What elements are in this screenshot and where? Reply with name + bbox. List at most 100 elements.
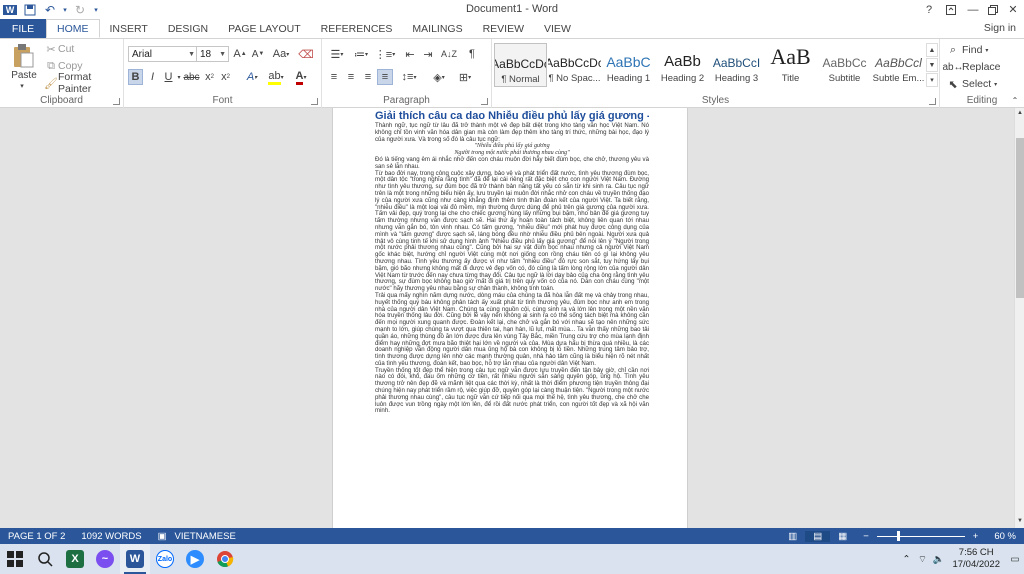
network-icon[interactable]: ⌔ bbox=[914, 544, 930, 574]
zoom-level[interactable]: 60 % bbox=[986, 531, 1024, 542]
undo-dropdown-icon[interactable]: ▾ bbox=[60, 0, 70, 19]
tab-home[interactable]: HOME bbox=[46, 19, 100, 38]
shading-icon[interactable]: ◈ ▾ bbox=[428, 69, 450, 85]
underline-icon[interactable]: U bbox=[161, 69, 176, 85]
paragraph-launcher-icon[interactable] bbox=[481, 98, 488, 105]
messenger-icon[interactable]: ~ bbox=[90, 544, 120, 574]
paragraph-3[interactable]: Trải qua mấy nghìn năm dựng nước, dòng m… bbox=[375, 292, 649, 368]
change-case-icon[interactable]: Aa ▾ bbox=[270, 46, 292, 62]
word-count[interactable]: 1092 WORDS bbox=[73, 531, 149, 542]
clear-formatting-icon[interactable]: ⌫ bbox=[298, 46, 314, 62]
style-subtle-emphasis[interactable]: AaBbCcl Subtle Em... bbox=[872, 43, 925, 87]
chrome-icon[interactable] bbox=[210, 544, 240, 574]
paste-button[interactable]: Paste bbox=[6, 69, 42, 81]
collapse-ribbon-icon[interactable]: ⌃ bbox=[1010, 95, 1020, 105]
document-body[interactable]: Giải thích câu ca dao Nhiễu điều phủ lấy… bbox=[375, 110, 649, 528]
minimize-icon[interactable]: — bbox=[962, 0, 984, 19]
print-layout-icon[interactable]: ▤ bbox=[805, 530, 831, 542]
styles-more-icon[interactable]: ▾ bbox=[926, 73, 938, 87]
scroll-down-icon[interactable]: ▼ bbox=[1015, 516, 1024, 526]
line-spacing-icon[interactable]: ↕≡ ▾ bbox=[398, 69, 420, 85]
decrease-indent-icon[interactable]: ⇤ bbox=[402, 46, 418, 62]
tab-design[interactable]: DESIGN bbox=[158, 19, 218, 38]
font-size-dropdown[interactable]: 18 ▼ bbox=[196, 46, 229, 62]
save-icon[interactable] bbox=[20, 0, 40, 19]
language-indicator[interactable]: VIETNAMESE bbox=[175, 531, 244, 542]
restore-icon[interactable] bbox=[982, 0, 1004, 19]
find-icon[interactable]: ⌕ bbox=[946, 43, 960, 57]
select-button[interactable]: Select ▾ bbox=[962, 77, 997, 91]
style-heading-3[interactable]: AaBbCcI Heading 3 bbox=[710, 43, 763, 87]
sign-in-link[interactable]: Sign in bbox=[984, 22, 1016, 34]
justify-icon[interactable]: ≡ bbox=[377, 69, 393, 85]
text-effects-icon[interactable]: A ▾ bbox=[242, 69, 262, 85]
clock[interactable]: 7:56 CH 17/04/2022 bbox=[946, 547, 1006, 571]
tab-insert[interactable]: INSERT bbox=[100, 19, 158, 38]
format-painter-button[interactable]: Format Painter bbox=[58, 71, 123, 95]
sort-icon[interactable]: A↓Z bbox=[440, 46, 458, 62]
zoom-slider[interactable] bbox=[876, 530, 965, 541]
close-icon[interactable]: ✕ bbox=[1002, 0, 1024, 19]
align-left-icon[interactable]: ≡ bbox=[326, 69, 342, 85]
paste-icon[interactable] bbox=[10, 43, 36, 69]
word-taskbar-icon[interactable]: W bbox=[120, 544, 150, 574]
copy-icon[interactable]: ⧉ bbox=[44, 59, 58, 73]
font-launcher-icon[interactable] bbox=[311, 98, 318, 105]
tab-page-layout[interactable]: PAGE LAYOUT bbox=[218, 19, 311, 38]
tab-file[interactable]: FILE bbox=[0, 19, 46, 38]
superscript-icon[interactable]: x2 bbox=[218, 69, 233, 85]
replace-button[interactable]: Replace bbox=[962, 60, 1001, 74]
styles-scroll-down-icon[interactable]: ▼ bbox=[926, 58, 938, 72]
volume-icon[interactable]: 🔈 bbox=[930, 544, 946, 574]
font-name-dropdown[interactable]: Arial ▼ bbox=[128, 46, 198, 62]
style-title[interactable]: AaB Title bbox=[764, 43, 817, 87]
bold-icon[interactable]: B bbox=[128, 69, 143, 85]
strikethrough-icon[interactable]: abc bbox=[183, 69, 199, 85]
paragraph-4[interactable]: Truyền thống tốt đẹp thể hiện trong câu … bbox=[375, 367, 649, 416]
web-layout-icon[interactable]: ▦ bbox=[830, 531, 855, 542]
style-subtitle[interactable]: AaBbCc Subtitle bbox=[818, 43, 871, 87]
tab-references[interactable]: REFERENCES bbox=[311, 19, 403, 38]
windows-start-icon[interactable] bbox=[0, 544, 30, 574]
zalo-icon[interactable]: Zalo bbox=[150, 544, 180, 574]
cut-button[interactable]: Cut bbox=[58, 42, 74, 56]
notifications-icon[interactable]: ▭ bbox=[1006, 544, 1024, 574]
read-mode-icon[interactable]: ▥ bbox=[780, 531, 805, 542]
styles-scroll-up-icon[interactable]: ▲ bbox=[926, 43, 938, 57]
grow-font-icon[interactable]: A ▲ bbox=[232, 46, 248, 62]
zoom-in-icon[interactable]: + bbox=[965, 531, 987, 542]
show-formatting-icon[interactable]: ¶ bbox=[464, 46, 480, 62]
tray-overflow-icon[interactable]: ⌃ bbox=[898, 544, 914, 574]
paragraph-1[interactable]: Đó là tiếng vang êm ái nhắc nhở đến con … bbox=[375, 156, 649, 171]
cut-icon[interactable]: ✂ bbox=[44, 42, 58, 56]
replace-icon[interactable]: ab↔ bbox=[942, 60, 963, 74]
excel-icon[interactable]: X bbox=[60, 544, 90, 574]
find-button[interactable]: Find ▾ bbox=[962, 43, 988, 57]
select-icon[interactable]: ⬉ bbox=[946, 77, 960, 91]
multilevel-list-icon[interactable]: ⋮≡ ▾ bbox=[374, 46, 396, 62]
customize-qat-icon[interactable]: ▾ bbox=[90, 0, 102, 19]
subscript-icon[interactable]: x2 bbox=[202, 69, 217, 85]
font-color-icon[interactable]: A ▾ bbox=[291, 69, 311, 85]
clipboard-launcher-icon[interactable] bbox=[113, 98, 120, 105]
scroll-up-icon[interactable]: ▲ bbox=[1015, 108, 1024, 118]
page-count[interactable]: PAGE 1 OF 2 bbox=[0, 531, 73, 542]
style-normal[interactable]: AaBbCcDc ¶ Normal bbox=[494, 43, 547, 87]
vertical-scrollbar[interactable]: ▲ ▼ bbox=[1014, 108, 1024, 528]
style-heading-2[interactable]: AaBb Heading 2 bbox=[656, 43, 709, 87]
borders-icon[interactable]: ⊞ ▾ bbox=[454, 69, 476, 85]
tab-review[interactable]: REVIEW bbox=[473, 19, 534, 38]
paragraph-intro[interactable]: Thành ngữ, tục ngữ từ lâu đã trở thành m… bbox=[375, 122, 649, 143]
ribbon-display-options-icon[interactable] bbox=[940, 0, 962, 19]
bullets-icon[interactable]: ☰ ▾ bbox=[326, 46, 348, 62]
redo-icon[interactable]: ↻ bbox=[70, 0, 90, 19]
undo-icon[interactable]: ↶ bbox=[40, 0, 60, 19]
proofing-icon[interactable]: ▣ bbox=[150, 531, 175, 542]
italic-icon[interactable]: I bbox=[145, 69, 160, 85]
tab-view[interactable]: VIEW bbox=[534, 19, 581, 38]
styles-launcher-icon[interactable] bbox=[929, 98, 936, 105]
tab-mailings[interactable]: MAILINGS bbox=[402, 19, 472, 38]
format-painter-icon[interactable]: 🖌 bbox=[44, 76, 58, 90]
poem-line-1[interactable]: "Nhiễu điều phủ lấy giá gương bbox=[375, 143, 649, 150]
increase-indent-icon[interactable]: ⇥ bbox=[420, 46, 436, 62]
